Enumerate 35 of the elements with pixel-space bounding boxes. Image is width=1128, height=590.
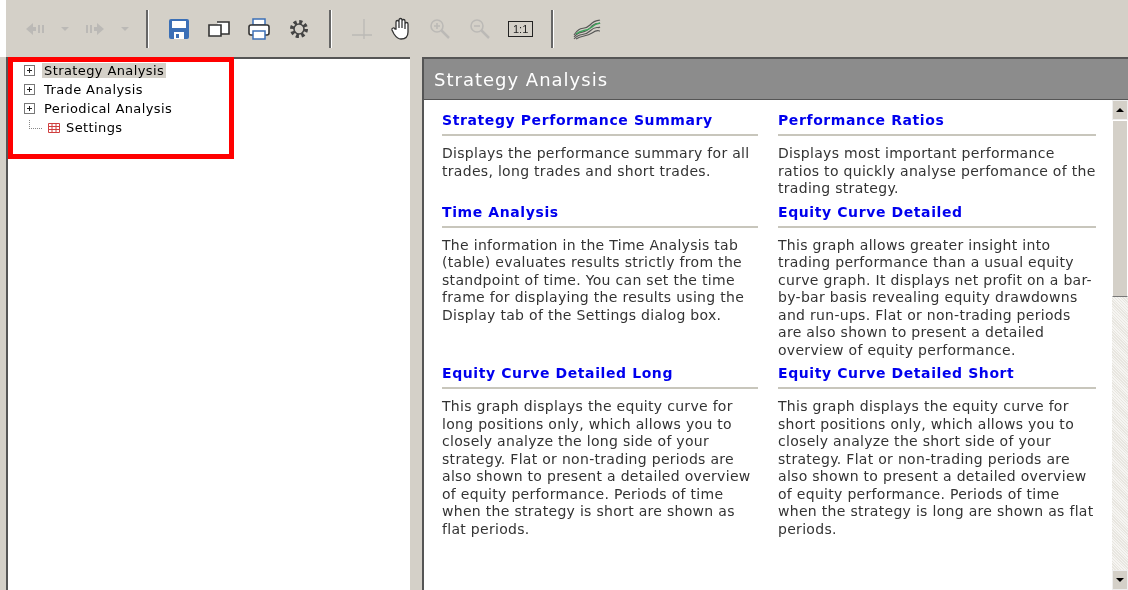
tree-item[interactable]: Trade Analysis	[42, 82, 145, 97]
section-link[interactable]: Equity Curve Detailed Long	[442, 365, 758, 389]
scroll-up-icon[interactable]	[1115, 107, 1125, 113]
expand-icon[interactable]	[24, 65, 35, 76]
table-icon	[48, 122, 60, 133]
hand-icon	[390, 16, 412, 41]
zoom-out-icon	[468, 16, 492, 41]
left-arrow-icon	[24, 20, 46, 37]
expand-icon[interactable]	[24, 103, 35, 114]
section-description: This graph displays the equity curve for long positions only, which allows you to closely analyze the long side of your strategy. Flat or non-trading periods are also shown to present a detailed overview of equity performance. Periods of time when the strategy is short are shown as flat periods.	[442, 398, 752, 538]
panel-title: Strategy Analysis	[424, 59, 1128, 100]
caret-icon	[120, 25, 130, 32]
section-link[interactable]: Equity Curve Detailed Short	[778, 365, 1096, 389]
tree-item[interactable]: Settings	[64, 120, 125, 135]
zoom-in-icon	[428, 16, 452, 41]
caret-icon	[60, 25, 70, 32]
tree-line-icon	[29, 120, 42, 129]
section-link[interactable]: Time Analysis	[442, 203, 758, 228]
right-arrow-icon	[84, 20, 106, 37]
section-description: The information in the Time Analysis tab (table) evaluates results strictly from the standpoint of time. You can set the time frame for displaying the results using the Display tab of the Settings dialog box.	[442, 236, 746, 324]
expand-icon[interactable]	[24, 84, 35, 95]
section-description: Displays most important performance ratios to quickly analyse perfomance of the trading strategy.	[778, 145, 1096, 198]
section-link[interactable]: Strategy Performance Summary	[442, 112, 758, 136]
section-description: Displays the performance summary for all trades, long trades and short trades.	[442, 145, 751, 180]
actual-size-button[interactable]: 1:1	[504, 12, 538, 45]
section-link[interactable]: Equity Curve Detailed	[778, 203, 1096, 228]
section-description: This graph displays the equity curve for short positions only, which allows you to closely analyze the short side of your strategy. Flat or non-trading periods are also shown to present a detailed overview of equity performance. Periods of time when the strategy is long are shown as flat periods.	[778, 398, 1095, 538]
line-chart-icon	[572, 16, 603, 41]
printer-icon	[247, 16, 271, 41]
tree-item[interactable]: Strategy Analysis	[42, 63, 167, 78]
section-link[interactable]: Performance Ratios	[778, 112, 1096, 136]
section-description: This graph allows greater insight into trading performance than a usual equity curve graph. It displays net profit on a bar-by-bar basis revealing equity drawdowns and run-ups. Flat or non-trading periods are also shown to present a detailed overview of equity performance.	[778, 236, 1093, 359]
scroll-down-icon[interactable]	[1115, 577, 1125, 583]
tree-item[interactable]: Periodical Analysis	[42, 101, 175, 116]
scrollbar[interactable]	[1112, 100, 1128, 590]
